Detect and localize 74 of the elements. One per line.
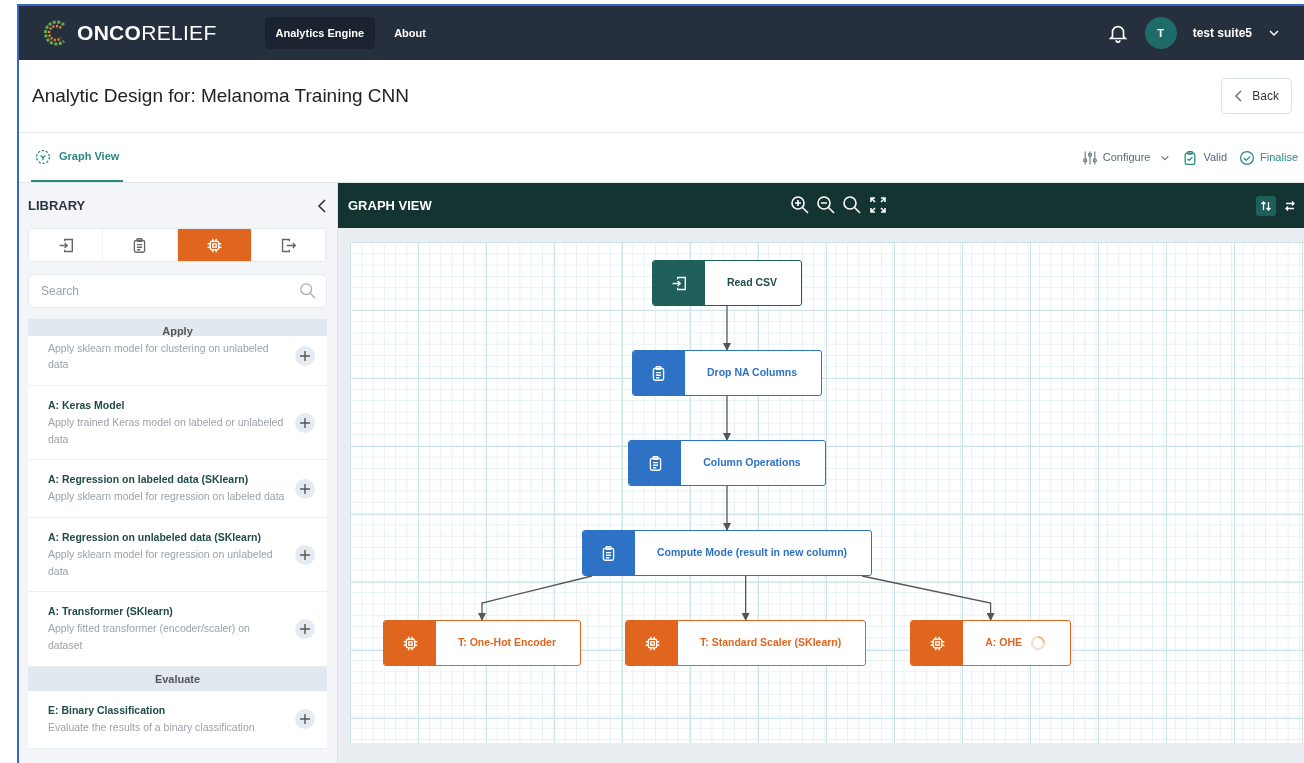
section-header: Evaluate (28, 666, 327, 692)
chip-icon (401, 634, 419, 652)
add-button[interactable] (295, 619, 315, 639)
chip-icon (205, 236, 223, 254)
user-avatar[interactable]: T (1144, 17, 1177, 49)
graph-icon (35, 148, 51, 165)
fit-screen-icon[interactable] (868, 195, 888, 215)
add-button[interactable] (295, 478, 315, 499)
item-description: Apply fitted transformer (encoder/scaler) on dataset (48, 621, 251, 653)
zoom-out-icon[interactable] (816, 195, 836, 215)
library-title: LIBRARY (28, 196, 86, 215)
graph-node[interactable]: Read CSV (651, 260, 803, 306)
sliders-icon (1081, 149, 1098, 166)
item-description: Evaluate the results of a binary classification (48, 719, 256, 735)
graph-node[interactable]: Column Operations (628, 440, 826, 486)
item-description: Apply sklearn model for regression on unlabeled data (48, 546, 274, 579)
search-field[interactable]: Search (28, 274, 327, 308)
page-title: Analytic Design for: Melanoma Training CNN (32, 84, 409, 108)
plus-icon (300, 417, 310, 428)
item-name: A: Transformer (SKlearn) (48, 604, 174, 620)
horizontal-arrows-icon (1284, 199, 1296, 212)
add-button[interactable] (295, 412, 315, 433)
zoom-in-icon[interactable] (790, 195, 810, 215)
vertical-arrows-icon (1260, 199, 1272, 212)
finalise-button[interactable]: Finalise (1233, 149, 1304, 166)
add-button[interactable] (295, 346, 315, 367)
plus-icon (300, 714, 310, 725)
user-name[interactable]: test suite5 (1192, 24, 1252, 42)
login-icon (670, 274, 688, 292)
item-description: Apply sklearn model for regression on labeled data (48, 489, 286, 505)
connector-arrow (741, 575, 750, 621)
nav-link[interactable]: Analytics Engine (264, 16, 376, 50)
chip-icon (643, 634, 661, 652)
library-tab[interactable] (177, 229, 252, 261)
nav-link[interactable]: About (383, 16, 437, 50)
valid-button[interactable]: Valid (1176, 149, 1234, 166)
item-name: A: Regression on unlabeled data (SKlearn) (48, 530, 262, 545)
item-name: A: Regression on labeled data (SKlearn) (48, 472, 250, 488)
logo[interactable]: ONCORELIEF (77, 17, 217, 49)
graph-view-title: GRAPH VIEW (348, 196, 432, 215)
item-description: Apply trained Keras model on labeled or unlabeled data (48, 414, 285, 447)
graph-node[interactable]: Drop NA Columns (631, 350, 822, 396)
loading-spinner-icon (1030, 635, 1046, 651)
collapse-icon[interactable] (317, 198, 327, 213)
library-item[interactable]: A: Regression on labeled data (SKlearn) Apply sklearn model for regression on labeled data (28, 460, 327, 518)
plus-icon (300, 624, 310, 634)
graph-node[interactable]: A: OHE (910, 620, 1071, 666)
configure-button[interactable]: Configure (1075, 149, 1177, 166)
connector-arrow (723, 395, 731, 441)
check-circle-icon (1239, 149, 1256, 166)
item-name: A: Keras Model (48, 398, 126, 414)
add-button[interactable] (295, 544, 315, 565)
chevron-down-icon[interactable] (1268, 27, 1280, 39)
library-item[interactable]: A: Keras Model Apply trained Keras model on labeled or unlabeled data (28, 386, 327, 461)
connector-arrow (723, 305, 731, 351)
library-item[interactable]: E: Binary Classification Evaluate the results of a binary classification (28, 691, 327, 749)
item-name: E: Binary Classification (48, 703, 167, 719)
connector-arrow (723, 485, 731, 531)
plus-icon (300, 549, 310, 560)
login-icon (57, 236, 75, 254)
back-button[interactable]: Back (1221, 78, 1292, 114)
logout-icon (279, 236, 297, 254)
vertical-layout-toggle[interactable] (1256, 195, 1276, 216)
graph-node[interactable]: Compute Mode (result in new column) (581, 530, 873, 576)
plus-icon (300, 351, 310, 362)
add-button[interactable] (295, 709, 315, 730)
plus-icon (300, 483, 310, 494)
graph-node[interactable]: T: One-Hot Encoder (383, 620, 581, 666)
chip-icon (928, 634, 946, 652)
graph-node[interactable]: T: Standard Scaler (SKlearn) (625, 620, 867, 666)
search-icon[interactable] (842, 195, 862, 215)
library-item[interactable]: A: Regression on unlabeled data (SKlearn) Apply sklearn model for regression on unlabeled data (28, 518, 327, 593)
search-icon (299, 282, 317, 300)
library-item[interactable]: A: Transformer (SKlearn) Apply fitted transformer (encoder/scaler) on dataset (28, 592, 327, 667)
